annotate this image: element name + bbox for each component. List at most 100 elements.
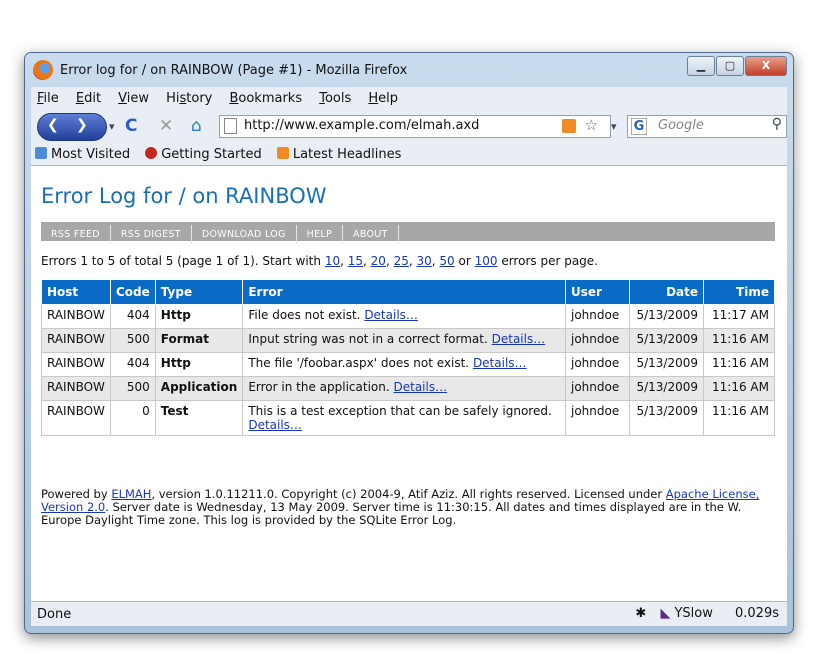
title-bar[interactable]: Error log for / on RAINBOW (Page #1) - M…: [25, 53, 793, 87]
menu-view[interactable]: View: [112, 88, 155, 106]
menu-help[interactable]: Help: [362, 88, 404, 106]
address-bar[interactable]: http://www.example.com/elmah.axd ☆: [219, 115, 611, 138]
user-cell: johndoe: [565, 304, 630, 329]
details-link[interactable]: Details…: [492, 332, 546, 346]
table-row: RAINBOW 404 Http File does not exist. De…: [41, 304, 775, 329]
time-cell: 11:16 AM: [703, 400, 775, 436]
host-cell: RAINBOW: [41, 376, 111, 401]
host-cell: RAINBOW: [41, 304, 111, 329]
page-content: Error Log for / on RAINBOW RSS FEED RSS D…: [31, 166, 787, 601]
speed-bar: RSS FEED RSS DIGEST DOWNLOAD LOG HELP ABOUT: [41, 222, 775, 244]
search-input[interactable]: Google: [658, 118, 704, 133]
details-link[interactable]: Details…: [364, 308, 418, 322]
getting-started-icon: [145, 147, 158, 159]
firefox-logo-icon: [33, 60, 53, 80]
bookmark-getting-started[interactable]: Getting Started: [141, 143, 268, 162]
column-user: User: [565, 279, 630, 305]
page-icon: [224, 118, 237, 134]
menu-edit[interactable]: Edit: [70, 88, 107, 106]
error-log-table: Host Code Type Error User Date Time RAIN…: [41, 279, 775, 436]
column-time: Time: [703, 279, 775, 305]
host-cell: RAINBOW: [41, 400, 111, 436]
bookmark-star-icon[interactable]: ☆: [585, 116, 598, 134]
time-cell: 11:16 AM: [703, 376, 775, 401]
rss-feed-link[interactable]: RSS FEED: [41, 225, 111, 244]
error-cell: Input string was not in a correct format…: [242, 328, 566, 353]
type-cell: Http: [154, 352, 244, 377]
firebug-icon[interactable]: ✱: [635, 606, 646, 621]
type-cell: Application: [154, 376, 244, 401]
rss-feed-icon[interactable]: [562, 119, 576, 133]
bookmarks-toolbar: Most Visited Getting Started Latest Head…: [31, 143, 787, 166]
date-cell: 5/13/2009: [629, 352, 704, 377]
time-cell: 11:17 AM: [703, 304, 775, 329]
stop-icon[interactable]: ✕: [159, 116, 173, 136]
back-icon[interactable]: ❮: [47, 117, 59, 133]
menu-file[interactable]: File: [31, 88, 65, 106]
details-link[interactable]: Details…: [473, 356, 527, 370]
window-title: Error log for / on RAINBOW (Page #1) - M…: [60, 63, 408, 78]
url-text[interactable]: http://www.example.com/elmah.axd: [244, 118, 479, 133]
type-cell: Http: [154, 304, 244, 329]
navigation-toolbar: ❮ ❯ ▾ C ✕ ⌂ http://www.example.com/elmah…: [31, 109, 787, 143]
details-link[interactable]: Details…: [248, 418, 302, 432]
status-text: Done: [37, 607, 72, 622]
page-size-20-link[interactable]: 20: [371, 254, 386, 268]
table-header-row: Host Code Type Error User Date Time: [41, 279, 775, 305]
error-cell: File does not exist. Details…: [242, 304, 566, 329]
bookmark-latest-headlines[interactable]: Latest Headlines: [273, 143, 408, 162]
status-bar: Done ✱ ◣ YSlow 0.029s: [31, 601, 787, 626]
host-cell: RAINBOW: [41, 352, 111, 377]
search-icon[interactable]: ⚲: [772, 116, 782, 132]
about-link[interactable]: ABOUT: [343, 225, 399, 244]
table-row: RAINBOW 404 Http The file '/foobar.aspx'…: [41, 352, 775, 377]
error-cell: Error in the application. Details…: [242, 376, 566, 401]
error-cell: The file '/foobar.aspx' does not exist. …: [242, 352, 566, 377]
rss-digest-link[interactable]: RSS DIGEST: [111, 225, 192, 244]
column-host: Host: [41, 279, 111, 305]
forward-icon[interactable]: ❯: [76, 117, 88, 133]
page-size-10-link[interactable]: 10: [325, 254, 340, 268]
most-visited-icon: [35, 147, 47, 159]
download-log-link[interactable]: DOWNLOAD LOG: [192, 225, 297, 244]
browser-window: Error log for / on RAINBOW (Page #1) - M…: [24, 52, 794, 634]
error-cell: This is a test exception that can be saf…: [242, 400, 566, 436]
page-size-50-link[interactable]: 50: [439, 254, 454, 268]
page-size-30-link[interactable]: 30: [417, 254, 432, 268]
page-size-100-link[interactable]: 100: [475, 254, 498, 268]
history-dropdown-icon[interactable]: ▾: [109, 120, 115, 133]
maximize-button[interactable]: ▢: [716, 56, 744, 76]
minimize-button[interactable]: ▁: [687, 56, 715, 76]
yslow-icon[interactable]: ◣: [660, 606, 670, 621]
details-link[interactable]: Details…: [394, 380, 448, 394]
home-icon[interactable]: ⌂: [191, 116, 202, 136]
menu-history[interactable]: History: [160, 88, 218, 106]
column-date: Date: [629, 279, 704, 305]
load-time: 0.029s: [735, 606, 779, 621]
search-box[interactable]: G Google ⚲: [627, 115, 787, 138]
table-row: RAINBOW 0 Test This is a test exception …: [41, 400, 775, 436]
host-cell: RAINBOW: [41, 328, 111, 353]
code-cell: 500: [110, 328, 156, 353]
back-forward-buttons[interactable]: ❮ ❯: [37, 113, 107, 141]
reload-icon[interactable]: C: [125, 116, 137, 136]
close-button[interactable]: X: [745, 56, 787, 76]
google-engine-icon[interactable]: G: [631, 118, 647, 135]
page-size-25-link[interactable]: 25: [394, 254, 409, 268]
menu-tools[interactable]: Tools: [313, 88, 357, 106]
page-size-15-link[interactable]: 15: [348, 254, 363, 268]
page-title: Error Log for / on RAINBOW: [41, 184, 327, 208]
paging-summary: Errors 1 to 5 of total 5 (page 1 of 1). …: [41, 254, 598, 268]
code-cell: 404: [110, 304, 156, 329]
yslow-label[interactable]: YSlow: [674, 606, 712, 621]
time-cell: 11:16 AM: [703, 328, 775, 353]
bookmark-most-visited[interactable]: Most Visited: [31, 143, 136, 162]
menu-bookmarks[interactable]: Bookmarks: [223, 88, 308, 106]
date-cell: 5/13/2009: [629, 304, 704, 329]
url-dropdown-icon[interactable]: ▾: [611, 120, 617, 133]
column-type: Type: [154, 279, 244, 305]
elmah-link[interactable]: ELMAH: [111, 487, 151, 501]
help-link[interactable]: HELP: [297, 225, 344, 244]
column-code: Code: [110, 279, 156, 305]
user-cell: johndoe: [565, 352, 630, 377]
